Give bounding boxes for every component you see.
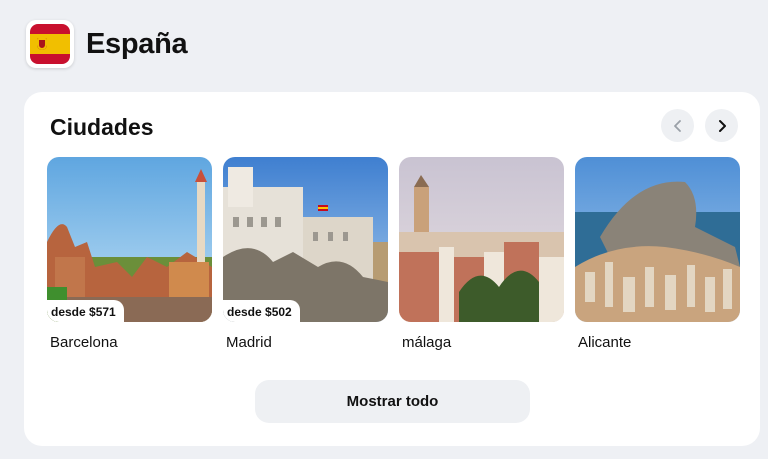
city-card-alicante[interactable]: Alicante xyxy=(575,157,740,351)
city-name: Barcelona xyxy=(50,334,118,351)
chevron-left-icon xyxy=(673,119,681,132)
city-card-barcelona[interactable]: desde $571 Barcelona xyxy=(47,157,212,351)
section-title: Ciudades xyxy=(50,114,154,140)
city-image-barcelona: desde $571 xyxy=(47,157,212,322)
country-header: España xyxy=(26,20,188,68)
page-title: España xyxy=(86,27,188,60)
city-card-madrid[interactable]: desde $502 Madrid xyxy=(223,157,388,351)
city-name: Madrid xyxy=(226,334,272,351)
carousel-next-button[interactable] xyxy=(705,109,738,142)
spain-flag-icon xyxy=(26,20,74,68)
city-image-madrid: desde $502 xyxy=(223,157,388,322)
carousel-prev-button[interactable] xyxy=(661,109,694,142)
city-image-malaga xyxy=(399,157,564,322)
city-name: málaga xyxy=(402,334,452,351)
city-card-malaga[interactable]: málaga xyxy=(399,157,564,351)
city-image-alicante xyxy=(575,157,740,322)
show-all-button[interactable]: Mostrar todo xyxy=(255,380,530,423)
price-badge: desde $502 xyxy=(223,300,300,322)
city-name: Alicante xyxy=(578,334,632,351)
price-badge: desde $571 xyxy=(47,300,124,322)
chevron-right-icon xyxy=(718,119,726,132)
cities-card: Ciudades desde $571 Barcelona desde $502… xyxy=(24,92,760,446)
cities-carousel: desde $571 Barcelona desde $502 Madrid m… xyxy=(47,157,740,351)
